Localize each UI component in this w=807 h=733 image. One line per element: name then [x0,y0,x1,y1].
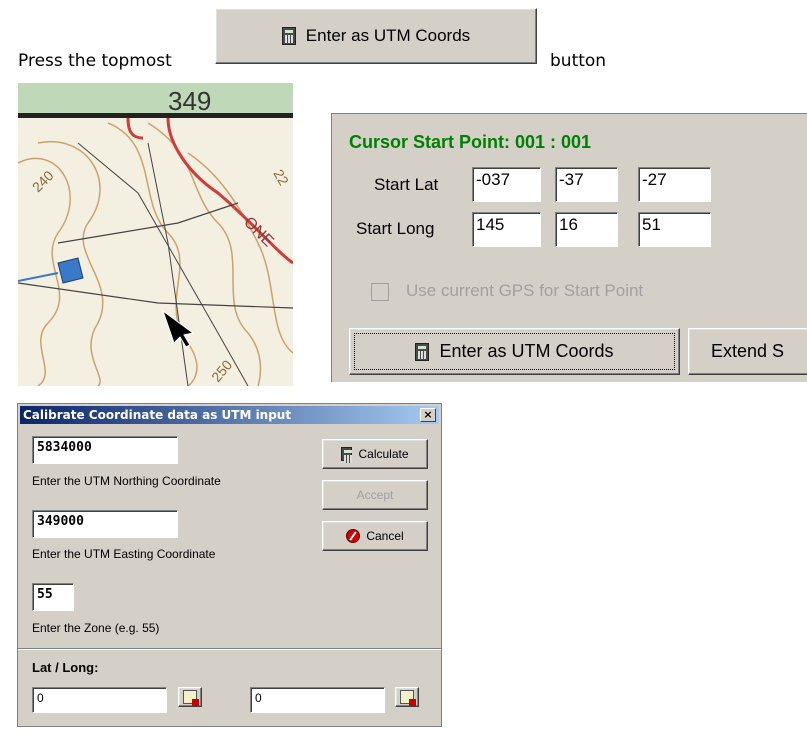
enter-utm-button-example[interactable]: Enter as UTM Coords [215,8,537,64]
lat-output[interactable]: 0 [32,687,167,713]
enter-utm-button[interactable]: Enter as UTM Coords [349,328,680,375]
easting-label: Enter the UTM Easting Coordinate [32,547,216,561]
dialog-divider [18,648,441,650]
gps-checkbox-label: Use current GPS for Start Point [406,281,644,300]
long-output[interactable]: 0 [250,687,385,713]
accept-label: Accept [356,488,394,502]
calculator-icon [281,27,296,45]
panel-title: Cursor Start Point: 001 : 001 [349,132,592,152]
start-long-min-input[interactable]: 16 [555,212,618,247]
start-lat-sec-input[interactable]: -27 [638,167,711,202]
latlong-label: Lat / Long: [32,660,99,675]
zone-input[interactable]: 55 [32,583,74,611]
calculator-icon [341,447,353,463]
paste-icon [400,690,416,706]
start-long-sec-input[interactable]: 51 [638,212,711,247]
extend-label: Extend S [711,341,785,361]
map-grid-label: 349 [168,86,211,116]
topographic-map: 349 240 22 ONE 250 [18,83,293,386]
northing-input[interactable]: 5834000 [32,436,178,464]
start-lat-deg-input[interactable]: -037 [472,167,541,202]
cancel-icon [346,529,361,543]
start-long-label: Start Long [356,219,435,238]
start-lat-min-input[interactable]: -37 [555,167,618,202]
enter-utm-button-label: Enter as UTM Coords [305,26,471,45]
instruction-prefix: Press the topmost [18,51,172,71]
close-icon[interactable]: × [420,408,436,422]
start-point-panel: Cursor Start Point: 001 : 001 Start Lat … [331,113,807,382]
calibrate-utm-dialog: Calibrate Coordinate data as UTM input ×… [17,403,442,727]
cancel-button[interactable]: Cancel [322,521,428,551]
paste-icon [183,690,199,706]
start-long-deg-input[interactable]: 145 [472,212,541,247]
dialog-title: Calibrate Coordinate data as UTM input [23,408,292,422]
calculate-button[interactable]: Calculate [322,439,428,469]
calculate-label: Calculate [358,447,409,461]
northing-label: Enter the UTM Northing Coordinate [32,474,221,488]
calculator-icon [415,342,430,361]
dialog-titlebar[interactable]: Calibrate Coordinate data as UTM input × [20,406,439,424]
paste-long-button[interactable] [395,687,419,707]
paste-lat-button[interactable] [178,687,202,707]
accept-button[interactable]: Accept [322,480,428,510]
zone-label: Enter the Zone (e.g. 55) [32,621,160,635]
gps-checkbox[interactable] [371,283,389,301]
enter-utm-label: Enter as UTM Coords [439,341,614,361]
cancel-label: Cancel [366,529,404,543]
easting-input[interactable]: 349000 [32,510,178,538]
start-lat-label: Start Lat [374,175,439,194]
extend-button[interactable]: Extend S [688,328,807,375]
instruction-suffix: button [550,51,607,71]
